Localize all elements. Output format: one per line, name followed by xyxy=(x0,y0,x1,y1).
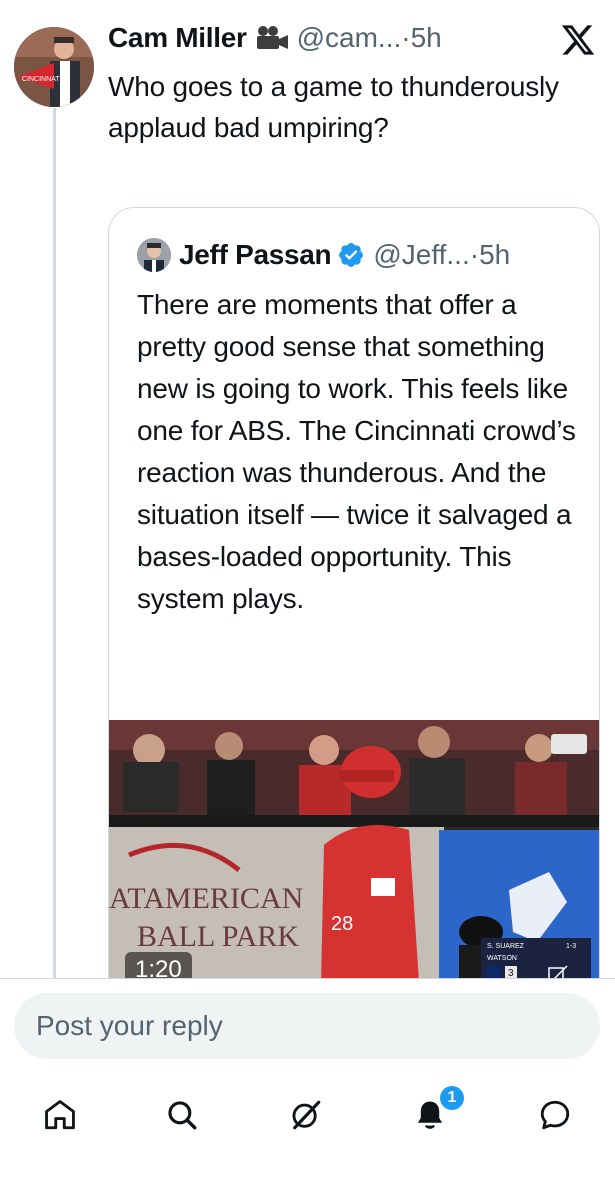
search-icon[interactable] xyxy=(152,1085,212,1145)
video-player[interactable]: ATAMERICAN BALL PARK 28 S. SUAREZ 1-3 WA… xyxy=(109,720,599,1006)
quote-author-name: Jeff Passan xyxy=(179,239,332,270)
scorebug-batter: S. SUAREZ xyxy=(487,943,525,950)
wall-sign-line1: ATAMERICAN xyxy=(109,882,303,915)
wall-sign-line2: BALL PARK xyxy=(137,920,299,953)
quote-author-handle: @Jeff... xyxy=(373,239,470,270)
quote-time: 5h xyxy=(479,239,511,270)
post-header: Cam Miller @cam... · 5h xyxy=(108,22,442,54)
messages-icon[interactable] xyxy=(525,1085,585,1145)
pennant-text: CINCINNATI xyxy=(22,76,62,83)
post-text: Who goes to a game to thunderously appla… xyxy=(108,71,559,143)
movie-camera-icon xyxy=(255,25,289,51)
home-icon[interactable] xyxy=(30,1085,90,1145)
thread-line xyxy=(53,108,56,978)
quote-header: Jeff Passan @Jeff... · 5h xyxy=(137,238,510,272)
quote-author-avatar xyxy=(137,238,171,272)
x-logo-icon[interactable] xyxy=(560,22,596,58)
reply-divider xyxy=(0,978,615,979)
scorebug-count: 1-3 xyxy=(566,943,576,950)
jersey-number: 28 xyxy=(331,913,353,935)
bottom-tab-bar xyxy=(0,1085,615,1145)
author-avatar[interactable]: CINCINNATI xyxy=(14,27,94,107)
scorebug-pitcher: WATSON xyxy=(487,955,517,962)
meta-separator: · xyxy=(401,22,411,53)
quoted-post-card[interactable]: Jeff Passan @Jeff... · 5h There are mome… xyxy=(108,207,600,1007)
grok-icon[interactable] xyxy=(276,1085,336,1145)
verified-badge-icon xyxy=(337,241,365,269)
author-handle[interactable]: @cam... xyxy=(297,22,402,54)
quote-text: There are moments that offer a pretty go… xyxy=(137,289,576,614)
quote-meta-separator: · xyxy=(469,239,480,270)
notification-badge: 1 xyxy=(440,1086,464,1110)
reply-input[interactable]: Post your reply xyxy=(14,993,600,1059)
author-name[interactable]: Cam Miller xyxy=(108,22,247,54)
post-time: 5h xyxy=(410,22,442,53)
